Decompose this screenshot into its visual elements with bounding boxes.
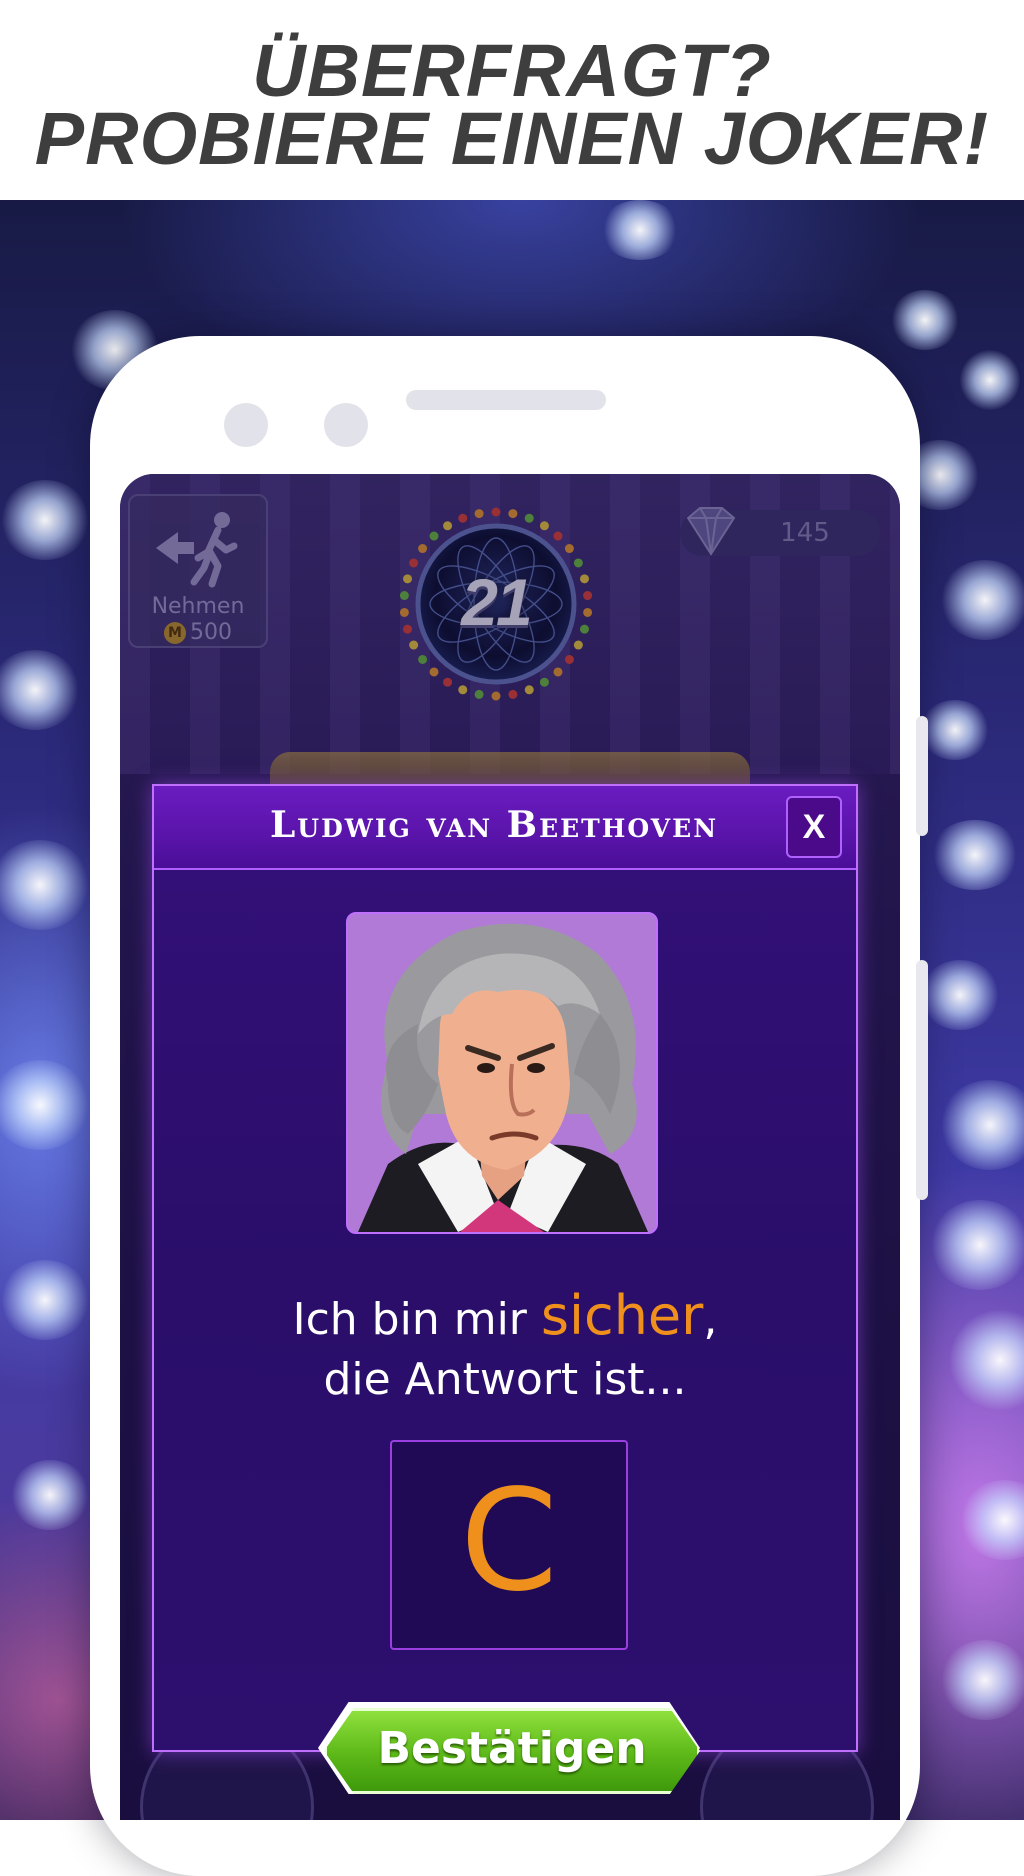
joker-speech: Ich bin mir sicher, die Antwort ist... [154, 1286, 856, 1410]
stage-light [10, 1460, 90, 1530]
stage-light [0, 840, 90, 930]
confirm-button[interactable]: Bestätigen [324, 1708, 700, 1794]
stage-light [920, 960, 1000, 1030]
stage-light [0, 650, 80, 730]
speech-line2: die Antwort ist... [323, 1354, 687, 1405]
stage-light [890, 290, 960, 350]
beethoven-portrait [346, 912, 658, 1234]
phone-speaker [406, 390, 606, 410]
stage-light [960, 350, 1020, 410]
stage-light [960, 1480, 1024, 1560]
speech-line1: Ich bin mir sicher, [154, 1286, 856, 1350]
stage-light [0, 480, 90, 560]
stage-light [940, 1640, 1024, 1720]
close-icon: X [802, 808, 826, 846]
suggested-answer-letter: C [460, 1460, 558, 1623]
stage-light [950, 1310, 1024, 1410]
promo-title-line2: PROBIERE EINEN JOKER! [34, 97, 990, 180]
phone-side-button [916, 716, 928, 836]
promo-header: ÜBERFRAGT? PROBIERE EINEN JOKER! [0, 0, 1024, 200]
stage-light [940, 1080, 1024, 1170]
phone-camera [224, 403, 268, 447]
stage-light [0, 1260, 90, 1340]
stage-light [930, 820, 1020, 890]
stage-light [600, 200, 680, 260]
phone-side-button [916, 960, 928, 1200]
stage-light [0, 1060, 90, 1150]
speech-text-part1: Ich bin mir [292, 1294, 541, 1345]
speech-highlight: sicher [540, 1284, 704, 1347]
speech-text-part2: , [703, 1294, 718, 1345]
phone-sensor [324, 403, 368, 447]
close-button[interactable]: X [786, 796, 842, 858]
stage-light [930, 1200, 1024, 1290]
dialog-header: Ludwig van Beethoven X [154, 786, 856, 870]
dialog-title: Ludwig van Beethoven [269, 804, 719, 846]
stage-light [920, 700, 990, 760]
stage-light [940, 560, 1024, 640]
beethoven-portrait-image [348, 914, 656, 1232]
suggested-answer-box: C [390, 1440, 628, 1650]
joker-dialog: Ludwig van Beethoven X Ich bin mir siche… [152, 784, 858, 1752]
